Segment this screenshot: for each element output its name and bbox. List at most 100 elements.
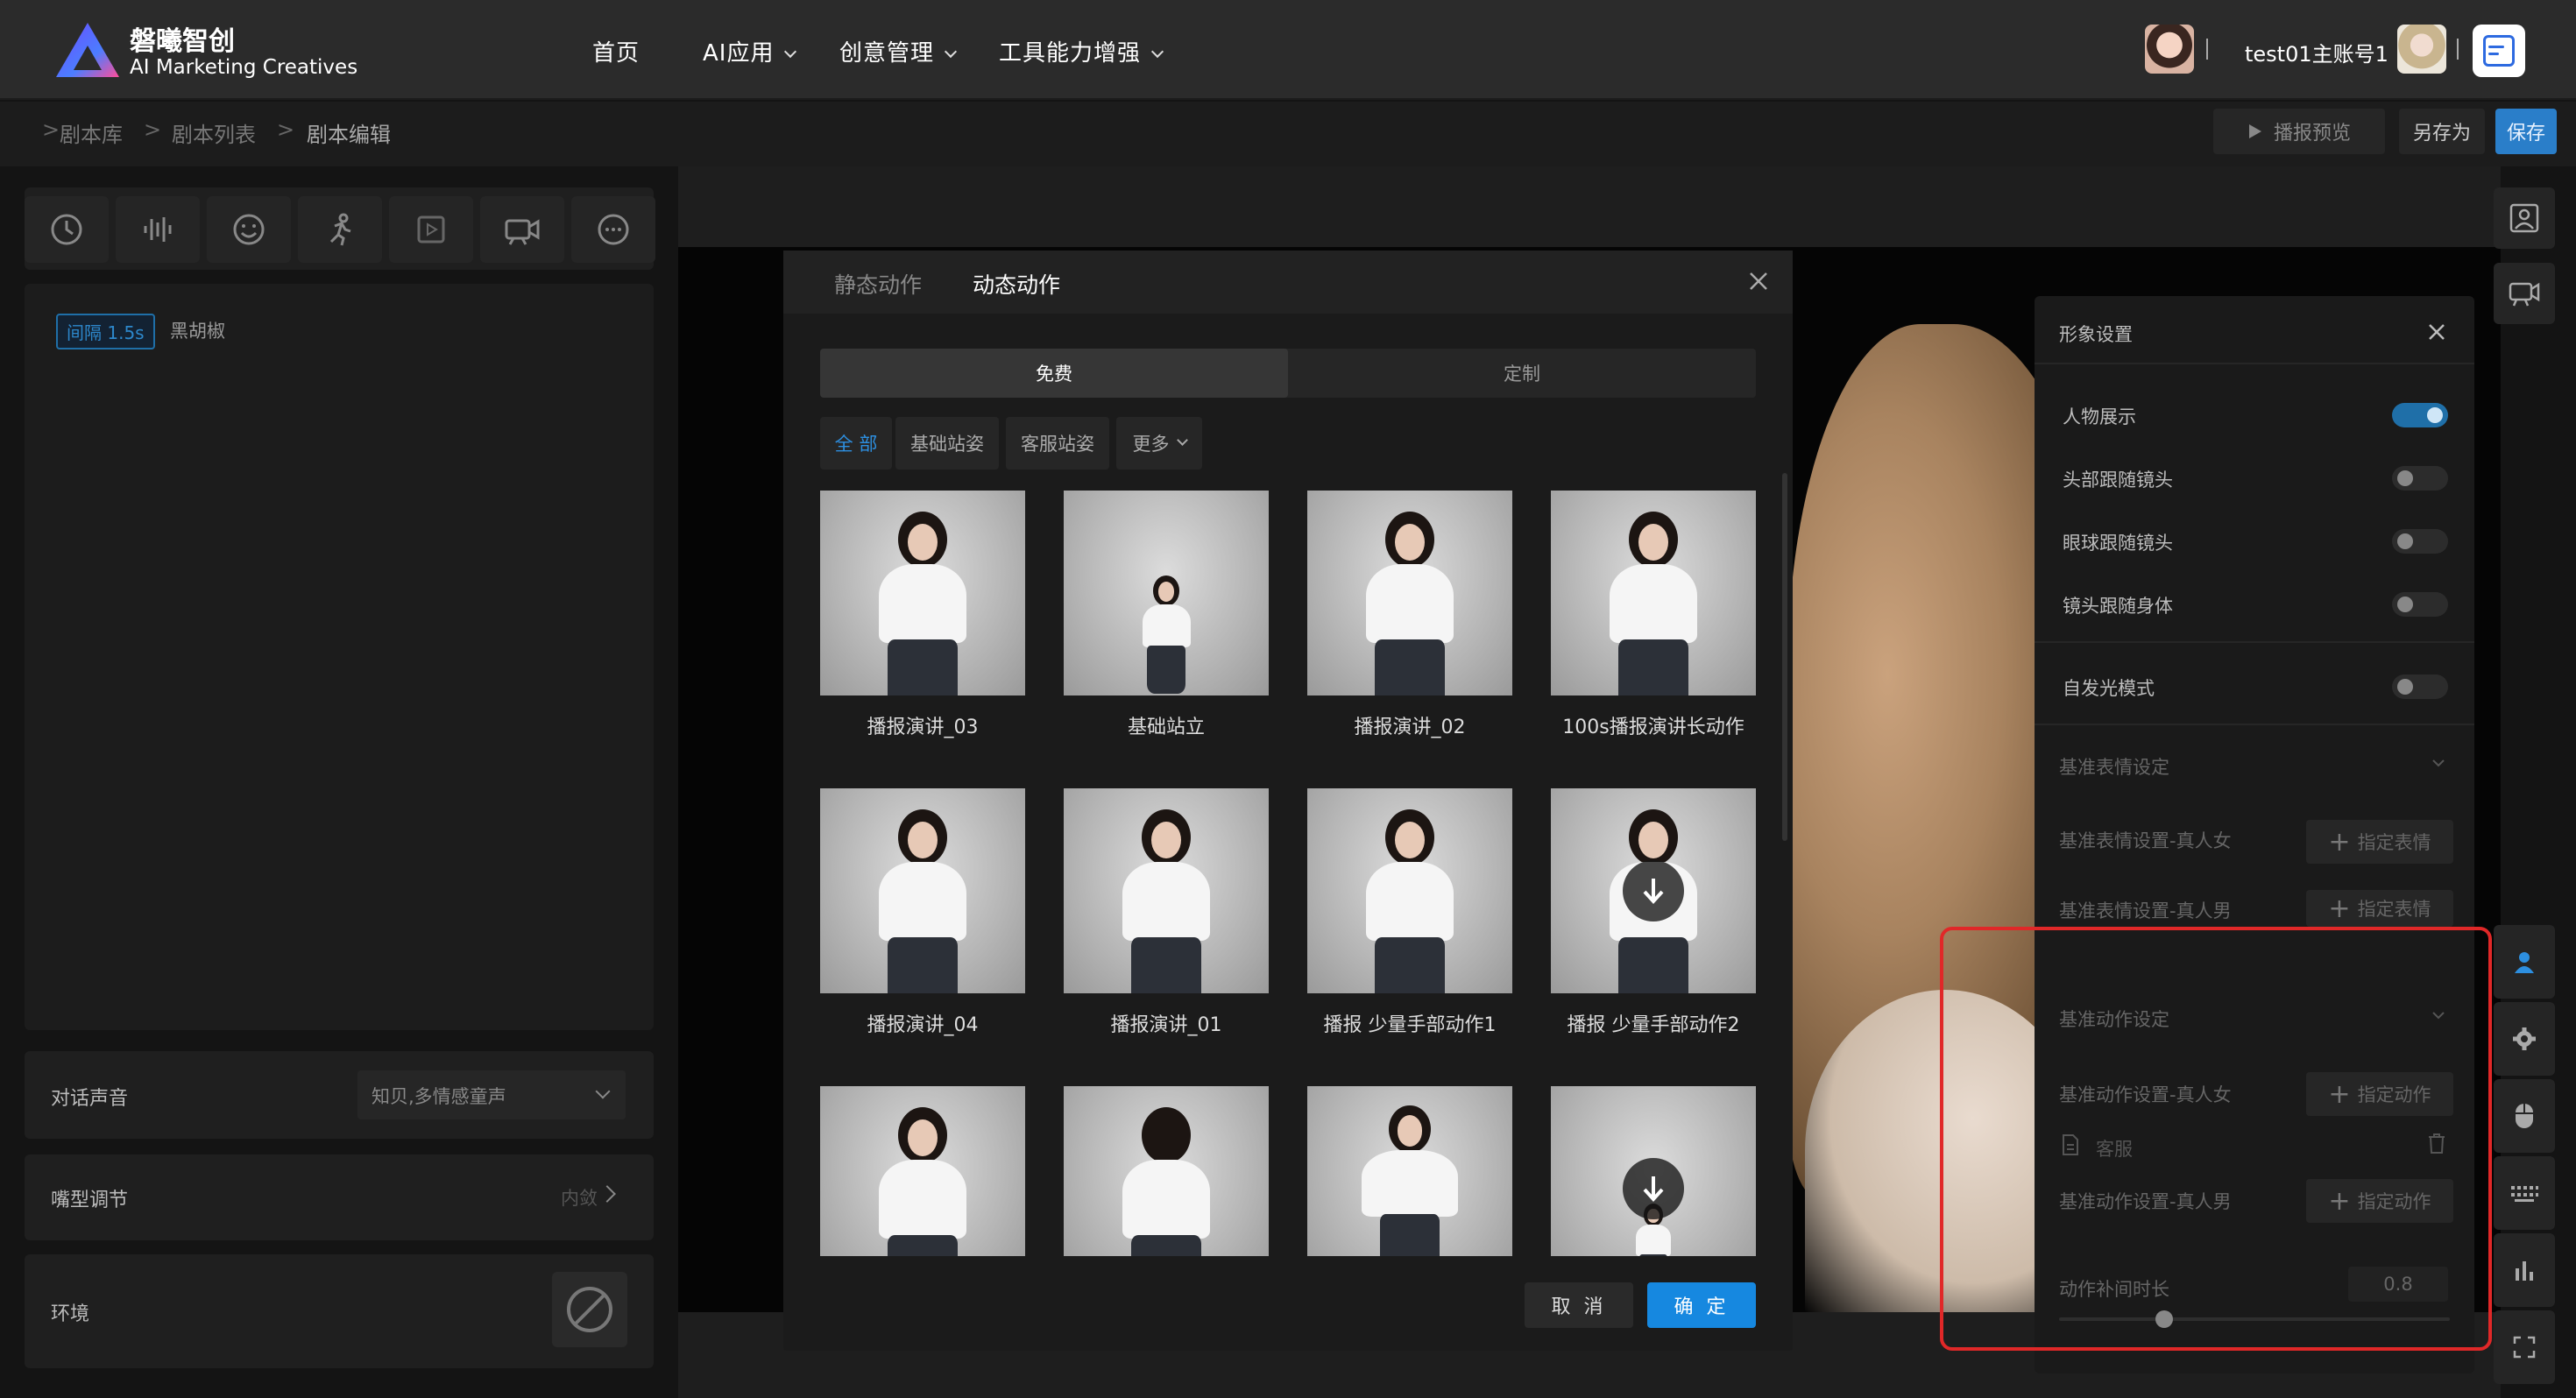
action-thumbnail[interactable] xyxy=(1307,788,1512,993)
fullscreen-button[interactable] xyxy=(2494,1310,2555,1384)
close-icon[interactable] xyxy=(2427,322,2446,342)
action-thumbnail[interactable] xyxy=(1064,491,1269,695)
action-thumbnail[interactable] xyxy=(820,788,1025,993)
breadcrumb-script-library[interactable]: 剧本库 xyxy=(60,117,123,148)
action-thumbnail[interactable] xyxy=(1307,491,1512,695)
nav-tool-enhancement[interactable]: 工具能力增强 xyxy=(999,35,1164,67)
preview-button[interactable]: 播报预览 xyxy=(2213,109,2385,154)
keyboard-control-button[interactable] xyxy=(2494,1156,2555,1230)
message-icon[interactable] xyxy=(2473,25,2525,77)
action-card[interactable] xyxy=(1064,1086,1269,1256)
action-card[interactable]: 播报 少量手部动作2 xyxy=(1551,788,1756,1051)
action-card[interactable]: 播报演讲_04 xyxy=(820,788,1025,1051)
environment-label: 环境 xyxy=(51,1303,90,1325)
action-grid: 播报演讲_03 基础站立 播报演讲_02 100s播报演讲长动作播报演讲_04 播报演讲… xyxy=(820,491,1756,1256)
nav-home[interactable]: 首页 xyxy=(592,35,640,67)
brand-logo-icon[interactable] xyxy=(53,19,123,81)
close-icon[interactable] xyxy=(1745,268,1772,294)
expression-female-label: 基准表情设置-真人女 xyxy=(2059,830,2232,851)
more-tool[interactable] xyxy=(571,196,655,263)
action-thumbnail[interactable] xyxy=(1064,788,1269,993)
action-thumbnail[interactable] xyxy=(1551,788,1756,993)
avatar-settings-button[interactable] xyxy=(2494,925,2555,999)
smile-icon xyxy=(233,214,265,245)
save-button[interactable]: 保存 xyxy=(2495,109,2557,154)
script-text[interactable]: 黑胡椒 xyxy=(170,317,225,343)
breadcrumb-separator: > xyxy=(144,117,162,142)
action-tool[interactable] xyxy=(298,196,382,263)
save-as-button[interactable]: 另存为 xyxy=(2399,109,2485,154)
action-label: 播报演讲_04 xyxy=(867,1014,979,1036)
toggle-label-eye-follow: 眼球跟随镜头 xyxy=(2063,533,2173,554)
woman-figure xyxy=(1358,1105,1462,1256)
filter-more[interactable]: 更多 xyxy=(1116,417,1202,470)
filter-basic-stance[interactable]: 基础站姿 xyxy=(895,417,999,470)
assign-expression-female-button[interactable]: + 指定表情 xyxy=(2306,820,2453,864)
action-thumbnail[interactable] xyxy=(1551,491,1756,695)
action-card[interactable]: 播报演讲_03 xyxy=(820,491,1025,753)
cancel-button[interactable]: 取 消 xyxy=(1525,1282,1633,1328)
mouse-control-button[interactable] xyxy=(2494,1079,2555,1153)
person-icon xyxy=(2515,952,2534,973)
settings-button[interactable] xyxy=(2494,1002,2555,1076)
interval-tag[interactable]: 间隔 1.5s xyxy=(56,314,155,350)
action-card[interactable]: 播报演讲_01 xyxy=(1064,788,1269,1051)
action-thumbnail[interactable] xyxy=(820,1086,1025,1256)
eye-follow-toggle[interactable] xyxy=(2392,529,2448,554)
tab-dynamic-action[interactable]: 动态动作 xyxy=(973,268,1060,300)
action-thumbnail[interactable] xyxy=(1551,1086,1756,1256)
nav-ai-apps[interactable]: AI应用 xyxy=(703,35,797,67)
statistics-button[interactable] xyxy=(2494,1233,2555,1307)
filter-all[interactable]: 全 部 xyxy=(820,417,892,470)
expression-tool[interactable] xyxy=(207,196,291,263)
filter-service-stance[interactable]: 客服站姿 xyxy=(1006,417,1109,470)
portrait-button[interactable] xyxy=(2494,187,2555,249)
breadcrumb-script-list[interactable]: 剧本列表 xyxy=(172,117,256,148)
person-display-toggle[interactable] xyxy=(2392,403,2448,427)
download-icon[interactable] xyxy=(1623,1158,1684,1219)
camera-button[interactable] xyxy=(2494,263,2555,324)
download-icon[interactable] xyxy=(1623,860,1684,921)
script-editor[interactable] xyxy=(25,284,654,1030)
tab-static-action[interactable]: 静态动作 xyxy=(834,268,922,300)
username[interactable]: test01主账号1 xyxy=(2245,37,2388,67)
expression-section-title[interactable]: 基准表情设定 xyxy=(2059,753,2169,780)
voice-select[interactable]: 知贝,多情感童声 xyxy=(357,1070,626,1119)
action-thumbnail[interactable] xyxy=(1064,1086,1269,1256)
audio-tool[interactable] xyxy=(116,196,200,263)
action-card[interactable]: 播报 少量手部动作1 xyxy=(1307,788,1512,1051)
action-card[interactable] xyxy=(1551,1086,1756,1256)
video-play-icon xyxy=(417,215,445,244)
segment-custom[interactable]: 定制 xyxy=(1288,349,1756,398)
environment-button[interactable] xyxy=(552,1272,627,1347)
video-tool[interactable] xyxy=(389,196,473,263)
camera-follow-body-toggle[interactable] xyxy=(2392,592,2448,617)
camera-tool[interactable] xyxy=(480,196,564,263)
confirm-button[interactable]: 确 定 xyxy=(1647,1282,1756,1328)
assign-expression-male-button[interactable]: + 指定表情 xyxy=(2306,890,2453,927)
divider xyxy=(2035,363,2474,364)
glow-mode-toggle[interactable] xyxy=(2392,674,2448,699)
action-label: 100s播报演讲长动作 xyxy=(1562,717,1744,738)
action-thumbnail[interactable] xyxy=(1307,1086,1512,1256)
head-follow-toggle[interactable] xyxy=(2392,466,2448,491)
timer-tool[interactable] xyxy=(25,196,109,263)
digital-human-avatar[interactable] xyxy=(2397,25,2446,74)
toggle-label-head-follow: 头部跟随镜头 xyxy=(2063,470,2173,491)
action-label: 播报演讲_01 xyxy=(1110,1014,1222,1036)
action-thumbnail[interactable] xyxy=(820,491,1025,695)
nav-creative-management[interactable]: 创意管理 xyxy=(839,35,958,67)
segment-free[interactable]: 免费 xyxy=(820,349,1288,398)
action-card[interactable] xyxy=(1307,1086,1512,1256)
woman-figure xyxy=(1105,809,1228,993)
action-card[interactable]: 100s播报演讲长动作 xyxy=(1551,491,1756,753)
action-card[interactable] xyxy=(820,1086,1025,1256)
chevron-down-icon[interactable] xyxy=(2431,755,2446,771)
user-avatar[interactable] xyxy=(2145,25,2194,74)
mouth-label: 嘴型调节 xyxy=(51,1190,129,1211)
toggle-label-person-display: 人物展示 xyxy=(2063,406,2136,427)
action-card[interactable]: 基础站立 xyxy=(1064,491,1269,753)
modal-scrollbar[interactable] xyxy=(1782,473,1787,841)
clock-icon xyxy=(51,214,82,245)
action-card[interactable]: 播报演讲_02 xyxy=(1307,491,1512,753)
